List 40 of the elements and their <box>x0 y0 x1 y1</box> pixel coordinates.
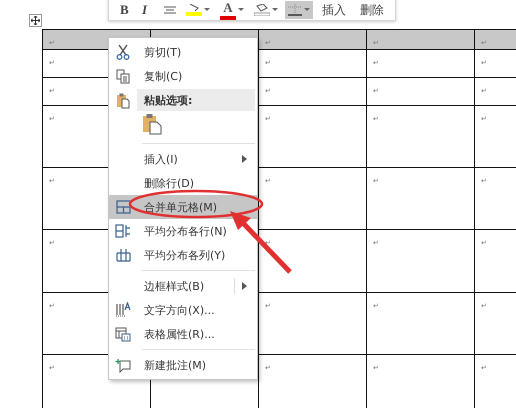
paste-options-heading: 粘贴选项: <box>137 89 255 111</box>
menu-item[interactable]: 文字方向(X)... <box>109 298 257 322</box>
menu-item[interactable]: 边框样式(B) <box>109 274 257 298</box>
bold-button[interactable]: B <box>117 1 135 19</box>
paint-bucket-icon <box>254 4 270 16</box>
menu-item[interactable]: 新建批注(M) <box>109 353 257 377</box>
comment-icon <box>115 358 131 372</box>
table-icon <box>116 200 130 214</box>
move-handle[interactable] <box>29 14 42 27</box>
caret-icon <box>238 8 244 12</box>
align-icon <box>164 5 176 15</box>
toolbar-action[interactable]: 插入 <box>317 1 351 19</box>
menu-item[interactable]: 删除行(D) <box>109 171 257 195</box>
highlight-button[interactable] <box>183 1 213 19</box>
clipboard-icon <box>116 92 130 108</box>
caret-icon <box>272 8 278 12</box>
pointer-arrow <box>230 211 292 274</box>
caret-icon <box>304 8 310 12</box>
toolbar-action[interactable]: 删除 <box>355 1 389 19</box>
scissors-icon <box>116 44 130 60</box>
paste-option-icon[interactable] <box>142 113 162 135</box>
table-properties-icon <box>115 326 131 342</box>
text-direction-icon <box>115 302 131 318</box>
menu-item[interactable]: 平均分布各列(Y) <box>109 243 257 267</box>
fontcolor-button[interactable]: A <box>217 1 247 19</box>
italic-button[interactable]: I <box>139 1 157 19</box>
menu-item[interactable]: 表格属性(R)... <box>109 322 257 346</box>
shading-button[interactable] <box>251 1 281 19</box>
borders-button[interactable] <box>285 1 313 19</box>
menu-item[interactable]: 插入(I) <box>109 147 257 171</box>
menu-item[interactable]: 平均分布各行(N) <box>109 219 257 243</box>
highlighter-icon <box>186 4 202 16</box>
distribute-rows-icon <box>115 224 131 238</box>
copy-icon <box>116 68 130 84</box>
menu-item[interactable]: 复制(C) <box>109 64 257 88</box>
menu-item[interactable]: 剪切(T) <box>109 40 257 64</box>
caret-icon <box>204 8 210 12</box>
borders-icon <box>288 4 302 16</box>
distribute-columns-icon <box>116 248 130 262</box>
move-icon <box>31 16 40 25</box>
